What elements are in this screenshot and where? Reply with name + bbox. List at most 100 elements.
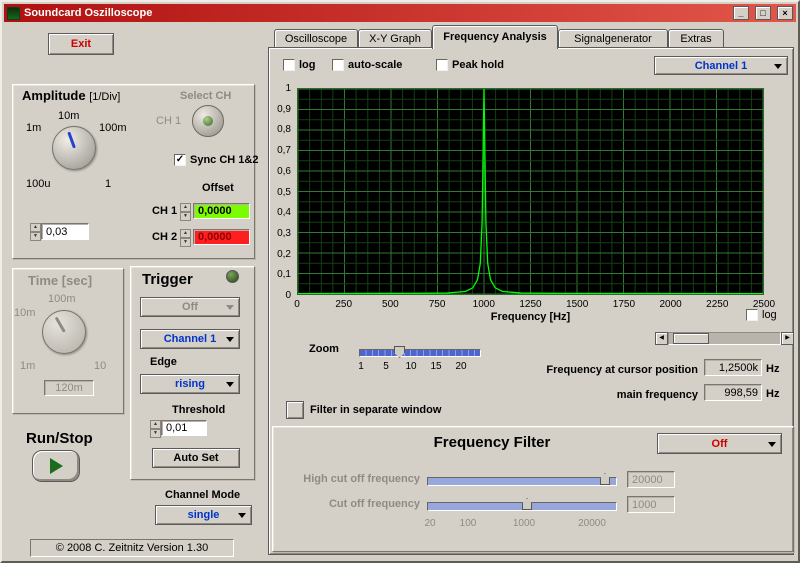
filter-scale: 20 100 1000 20000 bbox=[2, 518, 798, 530]
trigger-channel-dropdown[interactable]: Channel 1 bbox=[140, 329, 240, 349]
spectrum-plot[interactable] bbox=[297, 88, 764, 295]
filter-separate-window-label: Filter in separate window bbox=[310, 404, 442, 416]
y-axis-tick: 0,7 bbox=[277, 145, 291, 157]
sync-checkbox[interactable] bbox=[174, 154, 186, 166]
cursor-frequency-label: Frequency at cursor position bbox=[546, 364, 698, 376]
spectrum-trace bbox=[297, 88, 764, 295]
filter-separate-window-button[interactable] bbox=[286, 401, 304, 419]
main-frequency-value: 998,59 bbox=[704, 384, 762, 401]
offset-ch2-field[interactable]: 0,0000 bbox=[193, 229, 250, 245]
play-icon bbox=[49, 458, 63, 474]
y-axis-tick: 0,9 bbox=[277, 103, 291, 115]
chevron-down-icon bbox=[226, 382, 234, 387]
auto-set-button[interactable]: Auto Set bbox=[152, 448, 240, 468]
y-axis-tick: 0,5 bbox=[277, 186, 291, 198]
autoscale-checkbox[interactable] bbox=[332, 59, 344, 71]
edge-label: Edge bbox=[150, 356, 177, 368]
y-axis-tick: 0,2 bbox=[277, 248, 291, 260]
threshold-spinner[interactable] bbox=[150, 420, 161, 438]
time-knob[interactable] bbox=[42, 310, 86, 354]
amplitude-spinner[interactable] bbox=[30, 223, 41, 241]
log-checkbox[interactable] bbox=[283, 59, 295, 71]
plot-scrollbar[interactable] bbox=[655, 332, 794, 345]
channel-select-value: Channel 1 bbox=[694, 59, 748, 72]
chevron-down-icon bbox=[774, 63, 782, 69]
amp-knob-label-1m: 1m bbox=[26, 122, 42, 134]
y-axis: 1 0,9 0,8 0,7 0,6 0,5 0,4 0,3 0,2 0,1 0 bbox=[262, 83, 294, 301]
tab-signalgenerator[interactable]: Signalgenerator bbox=[558, 29, 668, 49]
cursor-frequency-unit: Hz bbox=[766, 363, 780, 375]
tab-oscilloscope[interactable]: Oscilloscope bbox=[274, 29, 358, 49]
amplitude-title: Amplitude bbox=[22, 88, 86, 103]
app-icon bbox=[7, 6, 20, 20]
channel-mode-label: Channel Mode bbox=[165, 489, 241, 501]
x-axis-tick: 1000 bbox=[472, 299, 495, 310]
filter-scale-tick: 20 bbox=[424, 518, 436, 529]
x-axis-tick: 2250 bbox=[706, 299, 729, 310]
offset-ch2-spinner[interactable] bbox=[180, 229, 191, 247]
titlebar[interactable]: Soundcard Oszilloscope _ □ × bbox=[4, 4, 796, 22]
scrollbar-track[interactable] bbox=[668, 332, 781, 345]
offset-ch1-label: CH 1 bbox=[152, 205, 178, 217]
filter-mode-value: Off bbox=[711, 437, 728, 450]
amplitude-value-field[interactable]: 0,03 bbox=[41, 223, 89, 240]
main-frequency-unit: Hz bbox=[766, 388, 780, 400]
minimize-button[interactable]: _ bbox=[733, 6, 749, 20]
zoom-tick: 5 bbox=[383, 361, 389, 372]
x-axis-tick: 750 bbox=[428, 299, 446, 310]
window-title: Soundcard Oszilloscope bbox=[24, 7, 153, 19]
scrollbar-thumb[interactable] bbox=[673, 333, 709, 344]
plot-log-checkbox[interactable] bbox=[746, 309, 758, 321]
x-axis-tick: 2000 bbox=[659, 299, 682, 310]
x-axis-title: Frequency [Hz] bbox=[490, 311, 571, 323]
amp-knob-label-100m: 100m bbox=[99, 122, 127, 134]
y-axis-tick: 1 bbox=[285, 83, 291, 94]
high-cut-slider-track[interactable] bbox=[427, 477, 617, 486]
channel-select-dropdown[interactable]: Channel 1 bbox=[654, 56, 788, 75]
chevron-down-icon bbox=[226, 337, 234, 342]
peak-hold-checkbox[interactable] bbox=[436, 59, 448, 71]
amp-knob-label-100u: 100u bbox=[26, 178, 51, 190]
offset-title: Offset bbox=[202, 182, 234, 194]
trigger-led bbox=[226, 270, 239, 283]
time-knob-pointer bbox=[54, 316, 66, 333]
exit-button[interactable]: Exit bbox=[48, 33, 114, 55]
autoscale-checkbox-label: auto-scale bbox=[348, 59, 403, 71]
time-value-field[interactable]: 120m bbox=[44, 380, 94, 396]
trigger-mode-dropdown[interactable]: Off bbox=[140, 297, 240, 317]
trigger-mode-value: Off bbox=[182, 301, 198, 313]
main-frequency-label: main frequency bbox=[616, 389, 698, 401]
scroll-left-icon[interactable] bbox=[655, 332, 668, 345]
tab-xy-graph[interactable]: X-Y Graph bbox=[358, 29, 432, 49]
app-window: Soundcard Oszilloscope _ □ × Exit Amplit… bbox=[0, 0, 800, 563]
peak-hold-checkbox-label: Peak hold bbox=[452, 59, 504, 71]
sync-checkbox-label: Sync CH 1&2 bbox=[190, 154, 259, 166]
offset-ch1-field[interactable]: 0,0000 bbox=[193, 203, 250, 219]
run-stop-label: Run/Stop bbox=[26, 430, 93, 447]
tab-extras[interactable]: Extras bbox=[668, 29, 724, 49]
trigger-title: Trigger bbox=[142, 271, 193, 288]
y-axis-tick: 0,3 bbox=[277, 227, 291, 239]
amplitude-knob[interactable] bbox=[52, 126, 96, 170]
x-axis-tick: 250 bbox=[335, 299, 353, 310]
trigger-edge-dropdown[interactable]: rising bbox=[140, 374, 240, 394]
close-button[interactable]: × bbox=[777, 6, 793, 20]
filter-scale-tick: 20000 bbox=[578, 518, 606, 529]
filter-mode-dropdown[interactable]: Off bbox=[657, 433, 782, 454]
select-ch-button[interactable] bbox=[192, 105, 224, 137]
time-knob-label-1m: 1m bbox=[20, 360, 36, 372]
x-axis-tick: 1500 bbox=[566, 299, 589, 310]
zoom-scale: 1 5 10 15 20 bbox=[358, 361, 481, 373]
threshold-field[interactable]: 0,01 bbox=[161, 420, 207, 436]
tab-frequency-analysis[interactable]: Frequency Analysis bbox=[432, 25, 558, 49]
x-axis-tick: 1750 bbox=[612, 299, 636, 310]
select-ch1-label: CH 1 bbox=[156, 115, 182, 127]
offset-ch1-spinner[interactable] bbox=[180, 203, 191, 221]
zoom-slider-track[interactable] bbox=[359, 349, 481, 357]
scroll-right-icon[interactable] bbox=[781, 332, 794, 345]
frequency-filter-title: Frequency Filter bbox=[433, 434, 551, 451]
run-stop-button[interactable] bbox=[32, 450, 80, 482]
cut-off-value: 1000 bbox=[627, 496, 675, 513]
maximize-button[interactable]: □ bbox=[755, 6, 771, 20]
high-cut-value: 20000 bbox=[627, 471, 675, 488]
